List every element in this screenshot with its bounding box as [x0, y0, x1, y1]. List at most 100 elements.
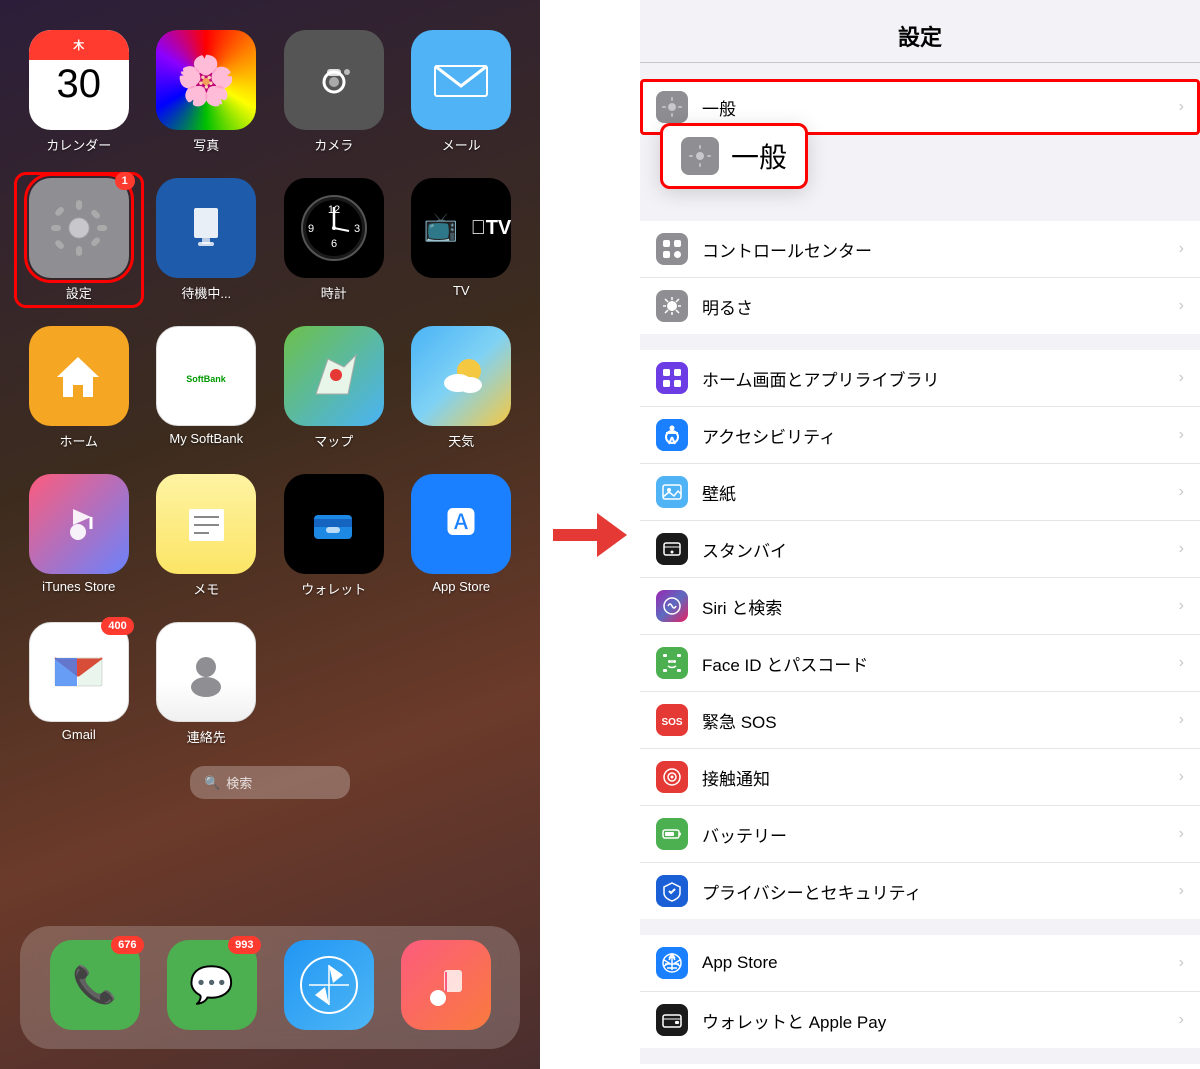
settings-badge: 1: [115, 172, 135, 190]
settings-row-siri[interactable]: Siri と検索 ›: [640, 578, 1200, 635]
app-weather[interactable]: 天気: [403, 326, 521, 450]
svg-text:9: 9: [308, 223, 314, 235]
wallpaper-icon: [656, 476, 688, 508]
settings-title: 設定: [640, 0, 1200, 63]
app-label: App Store: [432, 579, 490, 594]
app-gmail[interactable]: 400 Gmail: [20, 622, 138, 746]
appstore-settings-label: App Store: [702, 953, 1179, 973]
app-maps[interactable]: マップ: [275, 326, 393, 450]
app-label: ホーム: [59, 431, 98, 450]
settings-row-wallet[interactable]: ウォレットと Apple Pay ›: [640, 992, 1200, 1048]
dock: 📞 676 💬 993: [20, 926, 520, 1049]
app-wallet[interactable]: ウォレット: [275, 474, 393, 598]
faceid-label: Face ID とパスコード: [702, 651, 1179, 676]
app-label: 設定: [66, 283, 92, 302]
app-tv[interactable]: 📺 TV TV: [403, 178, 521, 302]
messages-badge: 993: [228, 936, 260, 954]
app-label: 連絡先: [187, 727, 226, 746]
accessibility-label: アクセシビリティ: [702, 423, 1179, 448]
calendar-month: 木: [29, 30, 129, 60]
svg-text:🅰: 🅰: [446, 507, 476, 540]
settings-row-exposure[interactable]: 接触通知 ›: [640, 749, 1200, 806]
settings-row-faceid[interactable]: Face ID とパスコード ›: [640, 635, 1200, 692]
app-clock[interactable]: 12693 時計: [275, 178, 393, 302]
app-label: Gmail: [62, 727, 96, 742]
general-label: 一般: [702, 95, 1179, 120]
settings-row-sos[interactable]: SOS 緊急 SOS ›: [640, 692, 1200, 749]
settings-row-wallpaper[interactable]: 壁紙 ›: [640, 464, 1200, 521]
app-home[interactable]: ホーム: [20, 326, 138, 450]
app-appstore[interactable]: 🅰 App Store: [403, 474, 521, 598]
phone-panel: 木 30 カレンダー 🌸 写真 カメラ メール 1: [0, 0, 540, 1069]
app-label: My SoftBank: [169, 431, 243, 446]
app-label: メモ: [193, 579, 219, 598]
app-label: 写真: [193, 135, 219, 154]
app-label: TV: [453, 283, 470, 298]
control-center-label: コントロールセンター: [702, 237, 1179, 262]
settings-row-standby[interactable]: スタンバイ ›: [640, 521, 1200, 578]
svg-text:📺: 📺: [424, 211, 459, 243]
dock-messages[interactable]: 💬 993: [167, 940, 257, 1035]
control-center-icon: [656, 233, 688, 265]
app-itunes[interactable]: iTunes Store: [20, 474, 138, 598]
app-softbank[interactable]: SoftBank My SoftBank: [148, 326, 266, 450]
search-icon: 🔍: [204, 775, 220, 791]
settings-section-2a: コントロールセンター › 明るさ ›: [640, 221, 1200, 334]
faceid-icon: [656, 647, 688, 679]
appstore-settings-icon: [656, 947, 688, 979]
app-photos[interactable]: 🌸 写真: [148, 30, 266, 154]
gmail-badge: 400: [101, 617, 133, 635]
app-contacts[interactable]: 連絡先: [148, 622, 266, 746]
svg-text:SOS: SOS: [661, 717, 682, 728]
dock-safari[interactable]: [284, 940, 374, 1035]
app-label: 待機中...: [181, 283, 231, 302]
arrow-container: [540, 0, 640, 1069]
brightness-label: 明るさ: [702, 294, 1179, 319]
app-keynote[interactable]: 待機中...: [148, 178, 266, 302]
battery-label: バッテリー: [702, 822, 1179, 847]
general-chevron: ›: [1179, 98, 1184, 116]
app-label: 天気: [448, 431, 474, 450]
settings-panel: 設定 一般 › 一般: [640, 0, 1200, 1069]
phone-badge: 676: [111, 936, 143, 954]
settings-row-privacy[interactable]: プライバシーとセキュリティ ›: [640, 863, 1200, 919]
svg-text:SoftBank: SoftBank: [186, 374, 226, 384]
settings-row-control-center[interactable]: コントロールセンター ›: [640, 221, 1200, 278]
general-popup: 一般: [660, 123, 808, 189]
privacy-label: プライバシーとセキュリティ: [702, 879, 1179, 904]
exposure-icon: [656, 761, 688, 793]
app-empty1: [275, 622, 393, 746]
app-empty2: [403, 622, 521, 746]
settings-row-password[interactable]: パスワード ›: [640, 1064, 1200, 1069]
popup-icon: [681, 137, 719, 175]
settings-section-5: パスワード ›: [640, 1064, 1200, 1069]
search-bar[interactable]: 🔍 検索: [190, 766, 350, 799]
accessibility-icon: [656, 419, 688, 451]
sos-label: 緊急 SOS: [702, 708, 1179, 733]
app-notes[interactable]: メモ: [148, 474, 266, 598]
settings-row-appstore[interactable]: App Store ›: [640, 935, 1200, 992]
brightness-icon: [656, 290, 688, 322]
app-grid: 木 30 カレンダー 🌸 写真 カメラ メール 1: [0, 0, 540, 746]
dock-phone[interactable]: 📞 676: [50, 940, 140, 1035]
svg-text:3: 3: [354, 223, 360, 235]
sos-icon: SOS: [656, 704, 688, 736]
standby-label: スタンバイ: [702, 537, 1179, 562]
app-camera[interactable]: カメラ: [275, 30, 393, 154]
app-label: メール: [442, 135, 481, 154]
home-screen-icon: [656, 362, 688, 394]
app-mail[interactable]: メール: [403, 30, 521, 154]
settings-row-brightness[interactable]: 明るさ ›: [640, 278, 1200, 334]
app-label: カレンダー: [46, 135, 111, 154]
wallet-settings-icon: [656, 1004, 688, 1036]
app-calendar[interactable]: 木 30 カレンダー: [20, 30, 138, 154]
settings-row-accessibility[interactable]: アクセシビリティ ›: [640, 407, 1200, 464]
siri-label: Siri と検索: [702, 594, 1179, 619]
settings-row-home-screen[interactable]: ホーム画面とアプリライブラリ ›: [640, 350, 1200, 407]
app-settings[interactable]: 1 設定: [20, 178, 138, 302]
settings-row-battery[interactable]: バッテリー ›: [640, 806, 1200, 863]
privacy-icon: [656, 875, 688, 907]
dock-music[interactable]: [401, 940, 491, 1035]
wallpaper-label: 壁紙: [702, 480, 1179, 505]
general-icon: [656, 91, 688, 123]
